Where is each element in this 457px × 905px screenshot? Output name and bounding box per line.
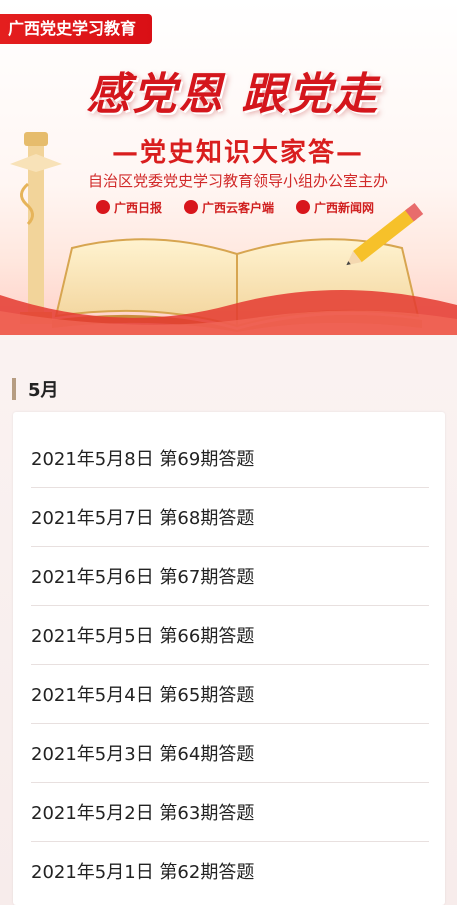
list-item-label: 2021年5月3日 第64期答题: [31, 744, 255, 765]
list-item-label: 2021年5月7日 第68期答题: [31, 508, 255, 529]
subtitle: —党史知识大家答—: [111, 138, 364, 168]
list-item[interactable]: 2021年5月4日 第65期答题: [31, 665, 429, 724]
list-item-label: 2021年5月8日 第69期答题: [31, 449, 255, 470]
list-item-label: 2021年5月6日 第67期答题: [31, 567, 255, 588]
list-item[interactable]: 2021年5月3日 第64期答题: [31, 724, 429, 783]
list-item[interactable]: 2021年5月2日 第63期答题: [31, 783, 429, 842]
month-title: 5月: [28, 380, 59, 401]
list-item[interactable]: 2021年5月6日 第67期答题: [31, 547, 429, 606]
list-item-label: 2021年5月1日 第62期答题: [31, 862, 255, 883]
list-item-label: 2021年5月4日 第65期答题: [31, 685, 255, 706]
list-item[interactable]: 2021年5月1日 第62期答题: [31, 842, 429, 900]
month-section-header: 5月: [12, 375, 59, 403]
organizer-text: 自治区党委党史学习教育领导小组办公室主办: [87, 172, 388, 190]
header-banner: 广西党史学习教育 感党恩 跟党走 —党史知识大家答— 自治区党委党史学习教育领导…: [0, 0, 457, 335]
quiz-list: 2021年5月8日 第69期答题 2021年5月7日 第68期答题 2021年5…: [13, 412, 445, 905]
list-item-label: 2021年5月2日 第63期答题: [31, 803, 255, 824]
list-item[interactable]: 2021年5月5日 第66期答题: [31, 606, 429, 665]
brand-tag: 广西党史学习教育: [0, 14, 153, 44]
pencil-icon: [346, 203, 424, 266]
list-item[interactable]: 2021年5月8日 第69期答题: [31, 429, 429, 488]
red-flag-wave: [0, 290, 457, 335]
month-accent-bar: [12, 378, 16, 400]
slogan-title: 感党恩 跟党走: [86, 69, 380, 120]
list-item[interactable]: 2021年5月7日 第68期答题: [31, 488, 429, 547]
list-item-label: 2021年5月5日 第66期答题: [31, 626, 255, 647]
